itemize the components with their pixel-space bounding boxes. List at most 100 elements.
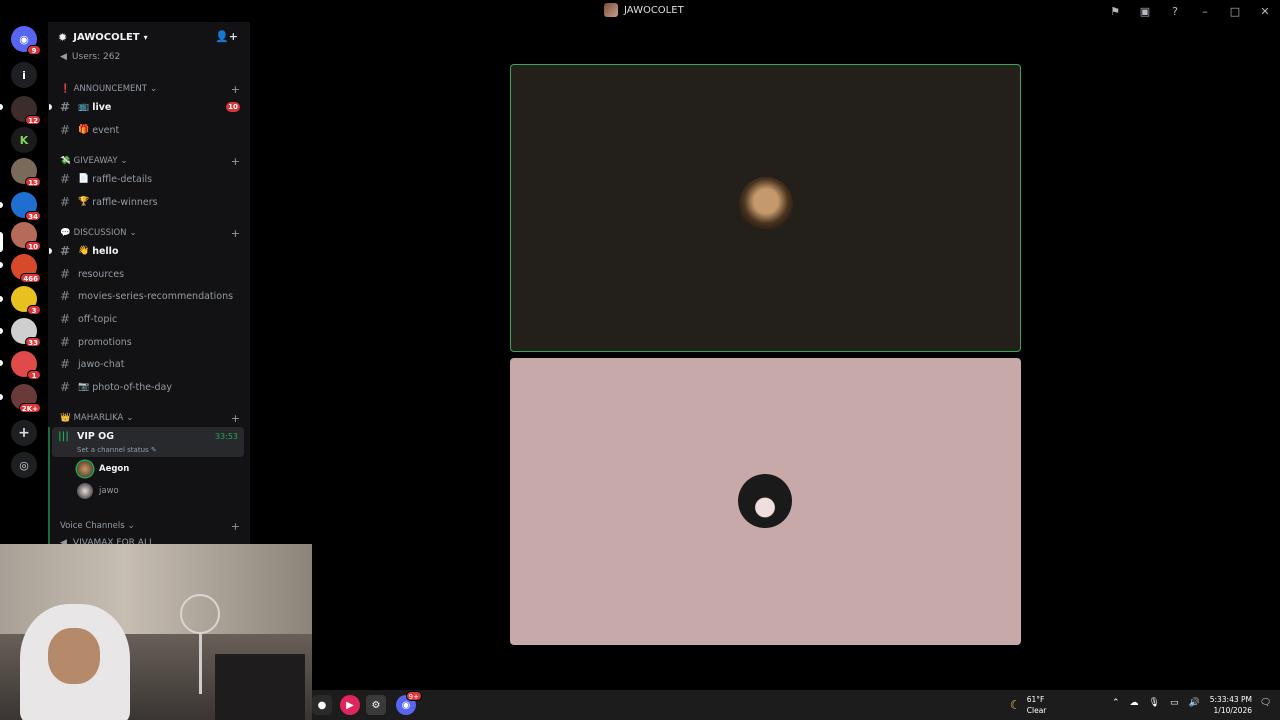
taskbar-clock[interactable]: 5:33:43 PM 1/10/2026 (1208, 694, 1252, 716)
channel-raffle-winners[interactable]: # 🏆 raffle-winners (56, 192, 244, 212)
server-icon-8[interactable]: 3 (11, 286, 41, 315)
chevron-down-icon: ⌄ (120, 156, 128, 166)
server-icon-10[interactable]: 1 (11, 351, 41, 380)
volume-icon[interactable]: 🔊 (1189, 698, 1200, 708)
flag-icon[interactable]: ⚑ (1100, 0, 1130, 22)
channel-photo-of-the-day[interactable]: # 📷 photo-of-the-day (56, 377, 244, 397)
steam-icon: ⚙ (371, 699, 381, 711)
webcam-overlay (0, 544, 312, 720)
server-icon-3[interactable]: K (11, 127, 37, 153)
taskbar-app-discord[interactable]: ◉ 9+ (396, 691, 422, 715)
voice-activity-icon: ||| (58, 431, 69, 442)
server-icon-6[interactable]: 10 (11, 222, 41, 251)
unread-pill (0, 360, 3, 366)
server-icon-9[interactable]: 33 (11, 318, 41, 347)
maximize-button[interactable]: □ (1220, 0, 1250, 22)
voice-user-aegon[interactable]: Aegon (77, 461, 129, 477)
channel-promotions[interactable]: # promotions (56, 332, 244, 352)
chevron-up-icon[interactable]: ⌃ (1112, 698, 1120, 708)
channel-label: off-topic (78, 313, 118, 325)
network-icon[interactable]: ▭ (1170, 698, 1179, 708)
category-announcement[interactable]: ❗ ANNOUNCEMENT ⌄ + (60, 83, 240, 96)
hash-icon: # (60, 312, 71, 326)
weather-widget[interactable]: ☾ 61°F Clear (1010, 694, 1046, 716)
server-icon-1[interactable]: i (11, 62, 37, 88)
unread-indicator (49, 248, 52, 254)
server-icon-7[interactable]: 466 (11, 254, 41, 283)
taskbar-app-media[interactable]: ▶ (340, 695, 360, 715)
channel-jawo-chat[interactable]: # jawo-chat (56, 354, 244, 374)
add-server-button[interactable]: + (11, 420, 37, 446)
server-header[interactable]: ✹ JAWOCOLET ▾ 👤+ (48, 22, 250, 52)
users-count-label: Users: 262 (71, 52, 121, 62)
hash-icon: # (60, 267, 71, 281)
chevron-down-icon: ▾ (143, 32, 148, 42)
channel-hello[interactable]: # 👋 hello (49, 241, 244, 261)
plus-icon: + (18, 425, 30, 441)
category-discussion[interactable]: 💬 DISCUSSION ⌄ + (60, 227, 240, 240)
selected-pill (0, 232, 3, 252)
category-voice-channels[interactable]: Voice Channels ⌄ + (60, 520, 240, 533)
direct-messages-button[interactable]: ◉ 9 (11, 26, 41, 55)
server-icon-4[interactable]: 13 (11, 158, 41, 187)
server-badge: 2K+ (18, 403, 41, 413)
server-badge: 10 (25, 241, 41, 251)
channel-label: promotions (78, 336, 132, 348)
invite-people-icon[interactable]: 👤+ (215, 30, 238, 43)
discover-button[interactable]: ◎ (11, 452, 37, 478)
title-bar: JAWOCOLET ⚑ ▣ ? – □ ✕ (0, 0, 1280, 22)
close-button[interactable]: ✕ (1250, 0, 1280, 22)
server-icon-2[interactable]: 12 (11, 96, 41, 125)
hash-icon: # (60, 195, 71, 209)
server-badge: 3 (27, 305, 41, 315)
chevron-down-icon: ⌄ (149, 84, 158, 94)
mention-badge: 10 (226, 102, 240, 112)
create-channel-icon[interactable]: + (231, 83, 240, 96)
server-glyph: K (19, 133, 29, 147)
microphone-icon[interactable]: 🎙 (1149, 698, 1160, 708)
channel-live[interactable]: # 📺 live 10 (49, 97, 244, 117)
server-badge: 1 (27, 370, 41, 380)
video-tile-aegon[interactable] (510, 64, 1021, 352)
server-icon-11[interactable]: 2K+ (11, 384, 41, 413)
channel-label: hello (92, 245, 119, 257)
channel-raffle-details[interactable]: # 📄 raffle-details (56, 169, 244, 189)
server-glyph: i (22, 68, 26, 82)
trophy-emoji-icon: 🏆 (78, 197, 90, 207)
category-giveaway[interactable]: 💸 GIVEAWAY ⌄ + (60, 155, 240, 168)
taskbar-app-obs[interactable]: ● (312, 695, 332, 715)
taskbar-app-steam[interactable]: ⚙ (366, 695, 386, 715)
category-label: DISCUSSION (73, 228, 127, 238)
channel-movies[interactable]: # movies-series-recommendations (56, 286, 244, 306)
voice-channel-vip-og[interactable]: ||| VIP OG 33:53 Set a channel status ✎ (52, 427, 244, 457)
create-channel-icon[interactable]: + (231, 520, 240, 533)
category-label: Voice Channels (60, 521, 125, 531)
category-maharlika[interactable]: 👑 MAHARLIKA ⌄ + (60, 412, 240, 425)
hash-icon: # (60, 335, 71, 349)
channel-resources[interactable]: # resources (56, 264, 244, 284)
inbox-icon[interactable]: ▣ (1130, 0, 1160, 22)
video-tile-jawo[interactable] (510, 358, 1021, 645)
channel-off-topic[interactable]: # off-topic (56, 309, 244, 329)
notification-icon[interactable]: 🗨 (1260, 698, 1271, 708)
channel-label: resources (78, 268, 125, 280)
create-channel-icon[interactable]: + (231, 412, 240, 425)
server-badge: 33 (25, 337, 41, 347)
channel-label: raffle-winners (92, 196, 158, 208)
users-count-channel[interactable]: ◀ Users: 262 (60, 52, 120, 62)
set-channel-status[interactable]: Set a channel status ✎ (77, 446, 157, 454)
hash-icon: # (60, 244, 71, 258)
create-channel-icon[interactable]: + (231, 227, 240, 240)
channel-event[interactable]: # 🎁 event (56, 120, 244, 140)
category-label: ANNOUNCEMENT (73, 84, 147, 94)
onedrive-icon[interactable]: ☁ (1130, 698, 1139, 708)
server-icon-5[interactable]: 34 (11, 192, 41, 221)
desk-shape (215, 654, 305, 720)
discord-logo-icon: ◉ (19, 32, 29, 46)
create-channel-icon[interactable]: + (231, 155, 240, 168)
channel-status-label: Set a channel status (77, 446, 149, 454)
voice-user-jawo[interactable]: jawo (77, 483, 119, 499)
help-icon[interactable]: ? (1160, 0, 1190, 22)
minimize-button[interactable]: – (1190, 0, 1220, 22)
pencil-icon: ✎ (150, 446, 157, 454)
